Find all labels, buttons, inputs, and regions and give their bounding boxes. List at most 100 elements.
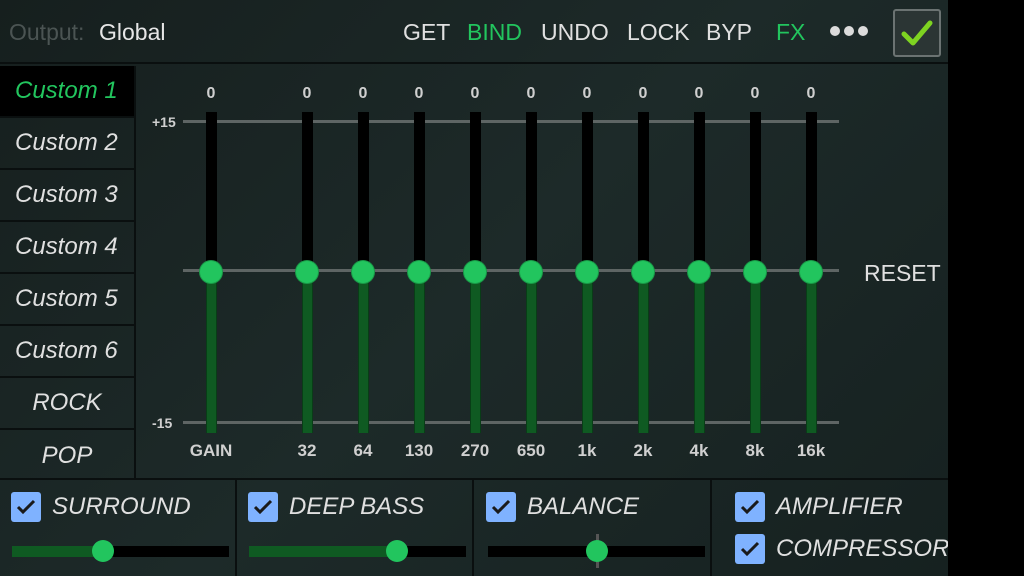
band-slider-thumb[interactable] bbox=[688, 260, 710, 283]
preset-rock[interactable]: ROCK bbox=[0, 378, 134, 430]
dot bbox=[858, 26, 868, 36]
checkbox[interactable] bbox=[486, 492, 516, 522]
band-value: 0 bbox=[414, 85, 424, 102]
preset-custom-6[interactable]: Custom 6 bbox=[0, 326, 134, 378]
apply-button[interactable] bbox=[893, 9, 941, 57]
surround-slider[interactable] bbox=[12, 540, 229, 562]
compressor-label: COMPRESSOR bbox=[776, 535, 950, 562]
eq-band-64: 0 64 bbox=[343, 66, 383, 478]
deep-bass-effect: DEEP BASS bbox=[237, 480, 474, 576]
band-slider-thumb[interactable] bbox=[520, 260, 542, 283]
scale-max-label: +15 bbox=[152, 114, 176, 130]
band-value: 0 bbox=[806, 85, 816, 102]
check-icon bbox=[740, 499, 760, 515]
band-slider-thumb[interactable] bbox=[296, 260, 318, 283]
amplifier-toggle[interactable]: AMPLIFIER bbox=[735, 492, 903, 522]
band-slider-thumb[interactable] bbox=[576, 260, 598, 283]
checkbox[interactable] bbox=[735, 492, 765, 522]
check-icon bbox=[491, 499, 511, 515]
band-frequency-label: GAIN bbox=[189, 441, 233, 460]
equalizer-panel: +15 -15 0 GAIN 0 32 0 64 0 130 0 270 0 650 0 1k 0 2k 0 4k… bbox=[138, 66, 948, 478]
slider-thumb[interactable] bbox=[92, 540, 115, 562]
preset-custom-4[interactable]: Custom 4 bbox=[0, 222, 134, 274]
band-slider-fill bbox=[582, 271, 593, 433]
band-value: 0 bbox=[526, 85, 536, 102]
undo-button[interactable]: UNDO bbox=[541, 19, 609, 46]
band-slider-fill bbox=[638, 271, 649, 433]
slider-thumb[interactable] bbox=[385, 540, 408, 562]
slider-fill bbox=[12, 546, 104, 557]
band-value: 0 bbox=[470, 85, 480, 102]
band-value: 0 bbox=[302, 85, 312, 102]
preset-custom-5[interactable]: Custom 5 bbox=[0, 274, 134, 326]
band-slider-fill bbox=[806, 271, 817, 433]
reset-button[interactable]: RESET bbox=[864, 260, 941, 287]
amp-compressor-effects: AMPLIFIER COMPRESSOR bbox=[712, 480, 949, 576]
band-slider-fill bbox=[414, 271, 425, 433]
band-slider-thumb[interactable] bbox=[408, 260, 430, 283]
android-nav-bar bbox=[948, 0, 1024, 576]
band-slider-fill bbox=[358, 271, 369, 433]
band-value: 0 bbox=[638, 85, 648, 102]
band-slider-thumb[interactable] bbox=[352, 260, 374, 283]
amplifier-label: AMPLIFIER bbox=[776, 493, 903, 520]
band-slider-thumb[interactable] bbox=[464, 260, 486, 283]
more-options-icon[interactable] bbox=[830, 23, 872, 39]
balance-toggle[interactable]: BALANCE bbox=[486, 492, 639, 522]
eq-band-130: 0 130 bbox=[399, 66, 439, 478]
surround-toggle[interactable]: SURROUND bbox=[11, 492, 191, 522]
eq-band-650: 0 650 bbox=[511, 66, 551, 478]
deep-bass-label: DEEP BASS bbox=[289, 493, 425, 520]
band-slider-thumb[interactable] bbox=[632, 260, 654, 283]
eq-band-16k: 0 16k bbox=[791, 66, 831, 478]
eq-band-gain: 0 GAIN bbox=[190, 66, 233, 478]
compressor-toggle[interactable]: COMPRESSOR bbox=[735, 534, 949, 564]
preset-pop[interactable]: POP bbox=[0, 430, 134, 482]
bind-button[interactable]: BIND bbox=[467, 19, 522, 46]
dot bbox=[830, 26, 840, 36]
eq-band-8k: 0 8k bbox=[735, 66, 775, 478]
checkmark-icon bbox=[901, 20, 933, 46]
effects-panel: SURROUND DEEP BASS BALANCE AMPLIFIER COM… bbox=[0, 478, 949, 576]
band-slider-fill bbox=[526, 271, 537, 433]
band-slider-fill bbox=[206, 271, 217, 433]
preset-list: Custom 1 Custom 2 Custom 3 Custom 4 Cust… bbox=[0, 66, 136, 478]
fx-button[interactable]: FX bbox=[776, 19, 805, 46]
band-slider-fill bbox=[750, 271, 761, 433]
eq-band-4k: 0 4k bbox=[679, 66, 719, 478]
band-slider-thumb[interactable] bbox=[200, 260, 222, 283]
get-button[interactable]: GET bbox=[403, 19, 450, 46]
slider-thumb[interactable] bbox=[585, 540, 608, 562]
check-icon bbox=[16, 499, 36, 515]
band-slider-thumb[interactable] bbox=[744, 260, 766, 283]
band-slider-fill bbox=[694, 271, 705, 433]
scale-min-label: -15 bbox=[152, 415, 173, 431]
slider-fill bbox=[249, 546, 397, 557]
band-value: 0 bbox=[582, 85, 592, 102]
dot bbox=[844, 26, 854, 36]
band-frequency-label: 16k bbox=[796, 441, 826, 460]
checkbox[interactable] bbox=[735, 534, 765, 564]
deep-bass-slider[interactable] bbox=[249, 540, 466, 562]
bypass-button[interactable]: BYP bbox=[706, 19, 752, 46]
checkbox[interactable] bbox=[11, 492, 41, 522]
lock-button[interactable]: LOCK bbox=[627, 19, 690, 46]
band-value: 0 bbox=[358, 85, 368, 102]
surround-label: SURROUND bbox=[52, 493, 191, 520]
output-selector[interactable]: Global bbox=[99, 19, 165, 46]
output-label: Output: bbox=[9, 19, 85, 45]
eq-band-2k: 0 2k bbox=[623, 66, 663, 478]
balance-label: BALANCE bbox=[527, 493, 640, 520]
band-slider-fill bbox=[470, 271, 481, 433]
deep-bass-toggle[interactable]: DEEP BASS bbox=[248, 492, 424, 522]
checkbox[interactable] bbox=[248, 492, 278, 522]
preset-custom-1[interactable]: Custom 1 bbox=[0, 66, 134, 118]
band-value: 0 bbox=[694, 85, 704, 102]
band-slider-thumb[interactable] bbox=[800, 260, 822, 283]
band-value: 0 bbox=[206, 85, 216, 102]
preset-custom-3[interactable]: Custom 3 bbox=[0, 170, 134, 222]
surround-effect: SURROUND bbox=[0, 480, 237, 576]
balance-slider[interactable] bbox=[488, 534, 705, 568]
preset-custom-2[interactable]: Custom 2 bbox=[0, 118, 134, 170]
eq-band-1k: 0 1k bbox=[567, 66, 607, 478]
